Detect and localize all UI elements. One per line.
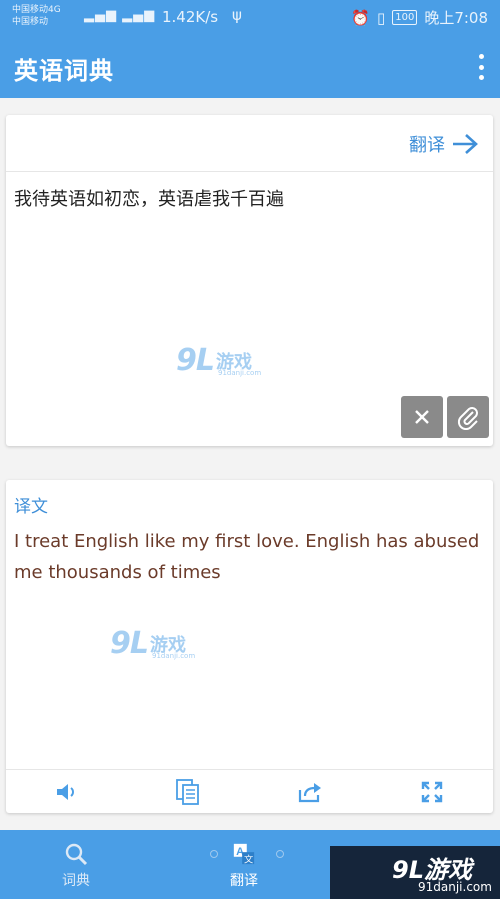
- alarm-icon: ⏰: [351, 8, 370, 27]
- site-logo-url: 91danji.com: [418, 880, 492, 894]
- output-toolbar: [6, 769, 493, 813]
- menu-dot-icon: [478, 54, 484, 59]
- watermark-site: 91danji.com: [218, 369, 262, 377]
- speak-button[interactable]: [52, 778, 80, 806]
- translate-label: 翻译: [409, 135, 445, 156]
- copy-button[interactable]: [174, 778, 202, 806]
- page-dot: [210, 850, 218, 858]
- nav-label-dictionary: 词典: [62, 873, 90, 889]
- carrier-2: 中国移动: [12, 17, 49, 27]
- nav-item-translate[interactable]: A 文 翻译: [230, 842, 258, 890]
- status-right: ⏰ ▯ 100 晚上7:08: [351, 7, 488, 28]
- copy-icon: [176, 779, 199, 805]
- site-logo: 9L游戏 91danji.com: [330, 846, 500, 899]
- status-bar: 中国移动4G 中国移动 ▂▄▆ ▂▄▆ 1.42K/s ψ ⏰ ▯ 100 晚上…: [0, 0, 500, 36]
- overflow-menu-button[interactable]: [476, 54, 486, 80]
- nav-item-dictionary[interactable]: 词典: [62, 842, 90, 890]
- carrier-1: 中国移动4G: [12, 5, 61, 15]
- watermark: 9L 游戏 91danji.com: [110, 626, 195, 661]
- speaker-icon: [57, 784, 74, 800]
- translate-button[interactable]: 翻译: [409, 131, 479, 157]
- menu-dot-icon: [478, 75, 484, 80]
- clear-button[interactable]: [401, 396, 443, 438]
- carrier-info: 中国移动4G 中国移动: [12, 4, 61, 28]
- menu-dot-icon: [478, 64, 484, 70]
- close-icon: [415, 410, 429, 424]
- output-label: 译文: [14, 497, 48, 517]
- share-icon: [298, 783, 321, 803]
- source-text-input[interactable]: 我待英语如初恋，英语虐我千百遍: [14, 185, 284, 211]
- fullscreen-button[interactable]: [418, 778, 446, 806]
- app-bar: 英语词典: [0, 36, 500, 98]
- watermark-logo: 9L: [176, 343, 215, 378]
- share-button[interactable]: [296, 778, 324, 806]
- battery-icon: 100: [392, 10, 418, 25]
- clock: 晚上7:08: [424, 9, 488, 27]
- input-card: 翻译 我待英语如初恋，英语虐我千百遍 9L 游戏 91danji.com: [6, 115, 493, 446]
- vibrate-icon: ▯: [376, 8, 386, 27]
- watermark-logo: 9L: [110, 626, 149, 661]
- usb-icon: ψ: [232, 6, 242, 24]
- search-icon: [64, 842, 88, 866]
- expand-icon: [421, 781, 443, 803]
- arrow-right-icon: [453, 134, 478, 154]
- translate-row: 翻译: [6, 115, 493, 172]
- watermark: 9L 游戏 91danji.com: [176, 343, 261, 378]
- nav-label-translate: 翻译: [230, 873, 258, 889]
- attach-button[interactable]: [447, 396, 489, 438]
- page-dot: [276, 850, 284, 858]
- network-speed: 1.42K/s: [162, 8, 219, 26]
- paperclip-icon: [457, 407, 478, 430]
- app-title: 英语词典: [14, 57, 114, 85]
- translate-icon: A 文: [232, 842, 256, 866]
- translated-text: I treat English like my first love. Engl…: [14, 531, 480, 583]
- signal-icon: ▂▄▆ ▂▄▆: [84, 8, 156, 23]
- svg-text:文: 文: [244, 853, 253, 865]
- watermark-site: 91danji.com: [152, 652, 196, 660]
- output-card: 译文 I treat English like my first love. E…: [6, 480, 493, 813]
